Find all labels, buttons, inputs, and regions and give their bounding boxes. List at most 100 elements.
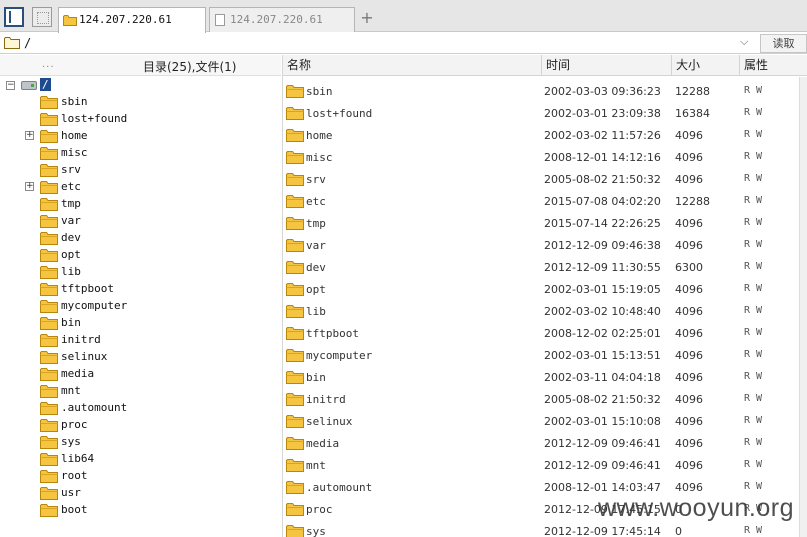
collapse-icon[interactable]: − [6,81,15,90]
chevron-down-icon[interactable]: ⌵ [740,35,748,49]
tree-item[interactable]: selinux [0,349,281,366]
tree-item[interactable]: lib [0,264,281,281]
file-row[interactable]: bin 2002-03-11 04:04:18 4096 R W [283,365,807,387]
tree-item[interactable]: initrd [0,332,281,349]
tree-item-label: mycomputer [61,299,128,312]
file-name: proc [306,503,333,516]
folder-icon [40,95,58,109]
expand-icon[interactable]: + [25,131,34,140]
file-attr: R W [744,129,763,140]
tree-item[interactable]: sys [0,434,281,451]
tree-item[interactable]: mycomputer [0,298,281,315]
file-row[interactable]: opt 2002-03-01 15:19:05 4096 R W [283,277,807,299]
file-row[interactable]: sbin 2002-03-03 09:36:23 12288 R W [283,79,807,101]
file-attr: R W [744,173,763,184]
tree-item-label: tftpboot [61,282,114,295]
tree-item[interactable]: + home [0,128,281,145]
file-row[interactable]: dev 2012-12-09 11:30:55 6300 R W [283,255,807,277]
new-tab-button[interactable]: + [359,9,375,27]
tree-item[interactable]: proc [0,417,281,434]
folder-icon [286,260,304,274]
tree-item[interactable]: var [0,213,281,230]
tree-item[interactable]: tftpboot [0,281,281,298]
tree-item[interactable]: lost+found [0,111,281,128]
folder-icon [40,367,58,381]
column-header-time[interactable]: 时间 [542,55,672,76]
file-row[interactable]: mnt 2012-12-09 09:46:41 4096 R W [283,453,807,475]
tree-item-label: selinux [61,350,108,363]
tree-item[interactable]: misc [0,145,281,162]
folder-icon [40,180,58,194]
file-row[interactable]: misc 2008-12-01 14:12:16 4096 R W [283,145,807,167]
file-attr: R W [744,437,763,448]
address-bar: / ⌵ 读取 [0,33,807,54]
folder-icon [286,392,304,406]
tree-item[interactable]: root [0,468,281,485]
tree-item[interactable]: media [0,366,281,383]
file-attr: R W [744,283,763,294]
file-name: sbin [306,85,333,98]
file-time: 2002-03-01 23:09:38 [544,107,661,120]
tree-item[interactable]: bin [0,315,281,332]
file-size: 4096 [675,393,703,406]
tab-active[interactable]: 124.207.220.61 [58,7,206,33]
tree-item-label: var [61,214,81,227]
tree-item[interactable]: lib64 [0,451,281,468]
tree-item[interactable]: mnt [0,383,281,400]
folder-icon [286,216,304,230]
tree-item[interactable]: + etc [0,179,281,196]
file-size: 4096 [675,415,703,428]
file-time: 2005-08-02 21:50:32 [544,173,661,186]
panel-toggle-icon[interactable] [4,7,24,27]
file-row[interactable]: lib 2002-03-02 10:48:40 4096 R W [283,299,807,321]
file-name: opt [306,283,326,296]
folder-icon [286,84,304,98]
tree-item[interactable]: boot [0,502,281,519]
tree-item[interactable]: dev [0,230,281,247]
file-row[interactable]: etc 2015-07-08 04:02:20 12288 R W [283,189,807,211]
blank-tab-icon[interactable] [32,7,52,27]
file-row[interactable]: media 2012-12-09 09:46:41 4096 R W [283,431,807,453]
tree-item[interactable]: srv [0,162,281,179]
tree-item-label: srv [61,163,81,176]
column-header-name[interactable]: 名称 [283,55,542,76]
tree-item-label: mnt [61,384,81,397]
tree-item-label: dev [61,231,81,244]
folder-icon [286,480,304,494]
expand-icon[interactable]: + [25,182,34,191]
file-row[interactable]: initrd 2005-08-02 21:50:32 4096 R W [283,387,807,409]
file-time: 2008-12-01 14:03:47 [544,481,661,494]
file-attr: R W [744,239,763,250]
file-attr: R W [744,481,763,492]
folder-icon [40,469,58,483]
tree-root-label: / [40,78,51,91]
file-row[interactable]: selinux 2002-03-01 15:10:08 4096 R W [283,409,807,431]
tree-item-label: usr [61,486,81,499]
tree-item[interactable]: tmp [0,196,281,213]
tree-item[interactable]: .automount [0,400,281,417]
file-name: selinux [306,415,353,428]
parent-dir-link[interactable]: ... [42,59,55,70]
file-attr: R W [744,393,763,404]
tree-item-label: misc [61,146,88,159]
tree-item[interactable]: sbin [0,94,281,111]
tree-item[interactable]: opt [0,247,281,264]
tab-inactive[interactable]: 124.207.220.61 [209,7,355,32]
file-time: 2012-12-09 09:46:41 [544,437,661,450]
file-row[interactable]: var 2012-12-09 09:46:38 4096 R W [283,233,807,255]
file-row[interactable]: lost+found 2002-03-01 23:09:38 16384 R W [283,101,807,123]
file-row[interactable]: tmp 2015-07-14 22:26:25 4096 R W [283,211,807,233]
file-row[interactable]: tftpboot 2008-12-02 02:25:01 4096 R W [283,321,807,343]
file-size: 4096 [675,283,703,296]
column-header-attr[interactable]: 属性 [740,55,807,76]
vertical-scrollbar[interactable] [799,77,807,537]
path-input[interactable]: / [24,36,31,50]
tree-root[interactable]: − / [0,77,281,94]
file-row[interactable]: srv 2005-08-02 21:50:32 4096 R W [283,167,807,189]
read-button[interactable]: 读取 [760,34,807,53]
file-row[interactable]: mycomputer 2002-03-01 15:13:51 4096 R W [283,343,807,365]
column-header-size[interactable]: 大小 [672,55,740,76]
file-row[interactable]: home 2002-03-02 11:57:26 4096 R W [283,123,807,145]
file-name: tmp [306,217,326,230]
tree-item[interactable]: usr [0,485,281,502]
